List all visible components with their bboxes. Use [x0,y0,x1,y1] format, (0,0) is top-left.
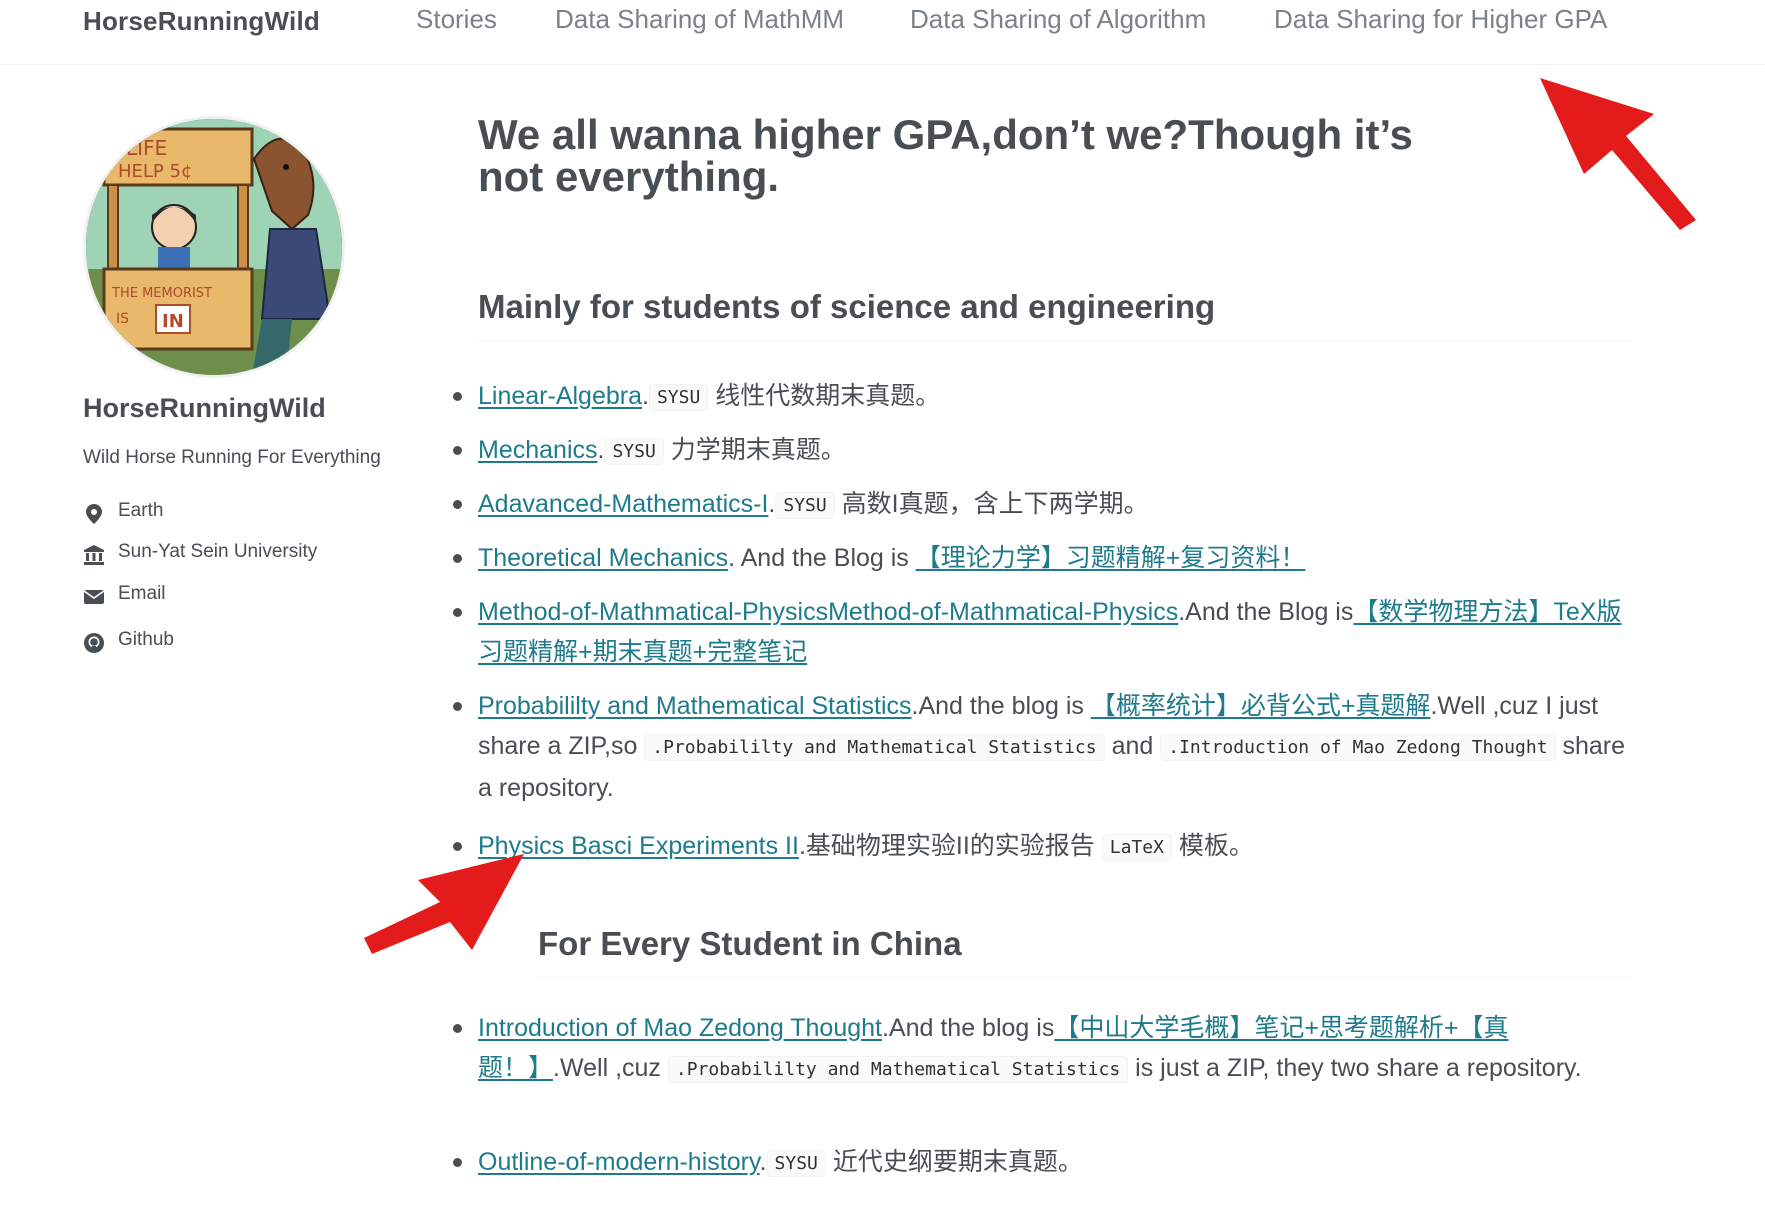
item-code: SYSU [775,492,835,519]
item-code: SYSU [766,1150,826,1177]
annotation-arrow-top-right [1540,78,1696,230]
list-item: Theoretical Mechanics. And the Blog is 【… [453,538,1633,578]
envelope-icon [83,586,105,608]
blog-link[interactable]: 【理论力学】习题精解+复习资料！ [916,544,1306,572]
author-bio: Wild Horse Running For Everything [83,447,381,468]
item-code: SYSU [648,384,709,411]
item-text: .And the blog is [911,692,1091,720]
item-text: . [759,1148,767,1176]
nav-data-sharing-mathmm[interactable]: Data Sharing of MathMM [555,4,844,35]
item-text: .And the Blog is [1178,598,1354,626]
list-item: Outline-of-modern-history. SYSU 近代史纲要期末真题… [453,1142,1633,1184]
item-code: SYSU [604,438,664,465]
item-text: is just a ZIP, they two share a reposito… [1128,1054,1582,1082]
item-text: 模板。 [1171,832,1254,860]
list-item: Adavanced-Mathematics-I. SYSU 高数I真题，含上下两学… [453,484,1633,526]
list-item: Probabililty and Mathematical Statistics… [453,686,1633,808]
list-item: Physics Basci Experiments II.基础物理实验II的实验… [453,826,1633,868]
item-link[interactable]: Theoretical Mechanics [478,544,728,572]
svg-text:LIFE: LIFE [126,136,167,160]
item-link[interactable]: Linear-Algebra [478,382,642,410]
svg-text:THE MEMORIST: THE MEMORIST [111,286,212,301]
item-text: . [642,382,649,410]
list-item: Mechanics. SYSU 力学期末真题。 [453,430,1633,472]
email-label[interactable]: Email [118,583,166,605]
nav-stories[interactable]: Stories [416,4,497,35]
github-icon [83,632,105,654]
item-text: 近代史纲要期末真题。 [825,1148,1083,1176]
svg-text:HELP 5¢: HELP 5¢ [118,161,192,182]
svg-text:IN: IN [162,311,184,332]
item-code: .Introduction of Mao Zedong Thought [1160,734,1556,761]
map-marker-icon [83,503,105,525]
item-link[interactable]: Mechanics [478,436,598,464]
item-link[interactable]: Outline-of-modern-history [478,1148,760,1176]
section-heading-china: For Every Student in China [538,925,1632,978]
item-code: .Probabililty and Mathematical Statistic… [644,734,1105,761]
item-text: and [1104,732,1161,760]
item-link[interactable]: Introduction of Mao Zedong Thought [478,1014,882,1042]
page-title: We all wanna higher GPA,don’t we?Though … [478,111,1413,200]
author-name: HorseRunningWild [83,393,326,423]
item-link[interactable]: Adavanced-Mathematics-I [478,490,768,518]
university-label: Sun-Yat Sein University [118,541,318,562]
svg-text:IS: IS [116,311,129,327]
item-link[interactable]: Method-of-Mathmatical-PhysicsMethod-of-M… [478,598,1178,626]
item-text: 力学期末真题。 [663,436,846,464]
item-text: .Well ,cuz [553,1054,668,1082]
item-text: . And the Blog is [728,544,916,572]
nav-data-sharing-higher-gpa[interactable]: Data Sharing for Higher GPA [1274,4,1607,35]
masthead: HorseRunningWild Stories Data Sharing of… [0,0,1765,65]
blog-link[interactable]: 【概率统计】必背公式+真题解 [1091,692,1431,720]
annotation-arrow-bottom-left [364,854,524,954]
list-item: Linear-Algebra. SYSU 线性代数期末真题。 [453,376,1633,418]
item-code: .Probabililty and Mathematical Statistic… [667,1056,1129,1083]
github-label[interactable]: Github [118,629,174,651]
item-text: .基础物理实验II的实验报告 [798,832,1102,860]
location-label: Earth [118,500,164,521]
university-icon [83,544,105,566]
item-link[interactable]: Probabililty and Mathematical Statistics [478,692,912,720]
item-text: 线性代数期末真题。 [708,382,941,410]
list-item: Method-of-Mathmatical-PhysicsMethod-of-M… [453,592,1633,672]
nav-data-sharing-algorithm[interactable]: Data Sharing of Algorithm [910,4,1206,35]
item-text: .And the blog is [881,1014,1055,1042]
item-code: LaTeX [1101,834,1172,861]
avatar: LIFE HELP 5¢ THE MEMORIST IS IN [83,116,345,378]
list-item: Introduction of Mao Zedong Thought.And t… [453,1008,1633,1090]
item-text: 高数I真题，含上下两学期。 [834,490,1149,518]
section-heading-science: Mainly for students of science and engin… [478,288,1632,341]
site-title-link[interactable]: HorseRunningWild [83,6,320,37]
